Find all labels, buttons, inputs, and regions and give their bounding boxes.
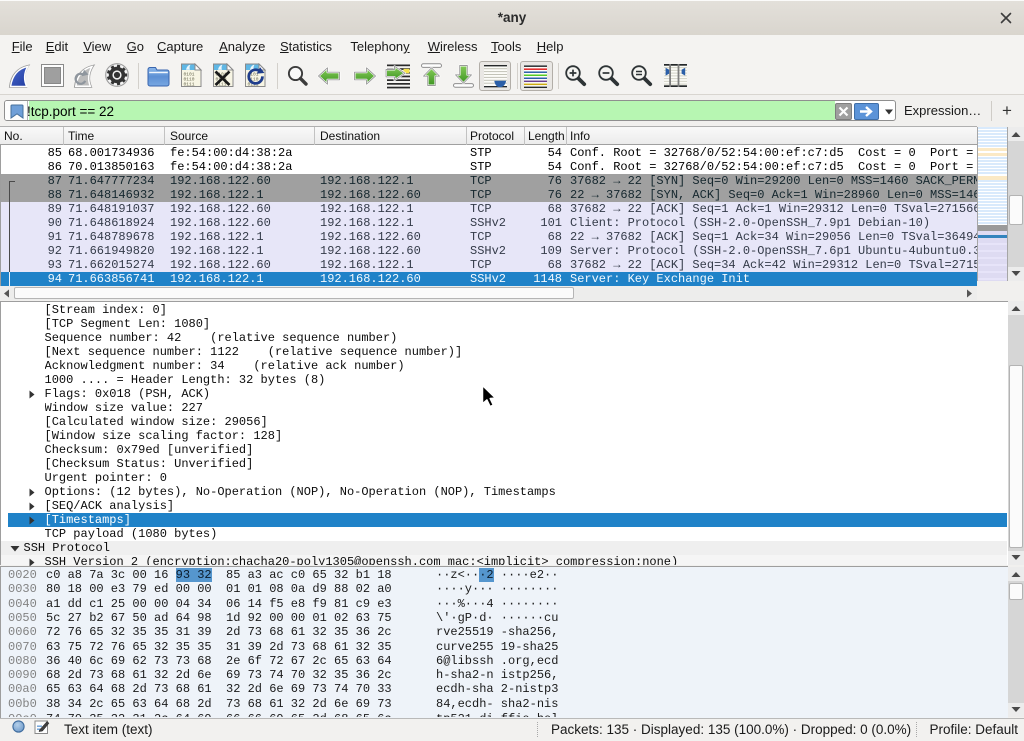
svg-text:0111: 0111: [184, 82, 195, 88]
